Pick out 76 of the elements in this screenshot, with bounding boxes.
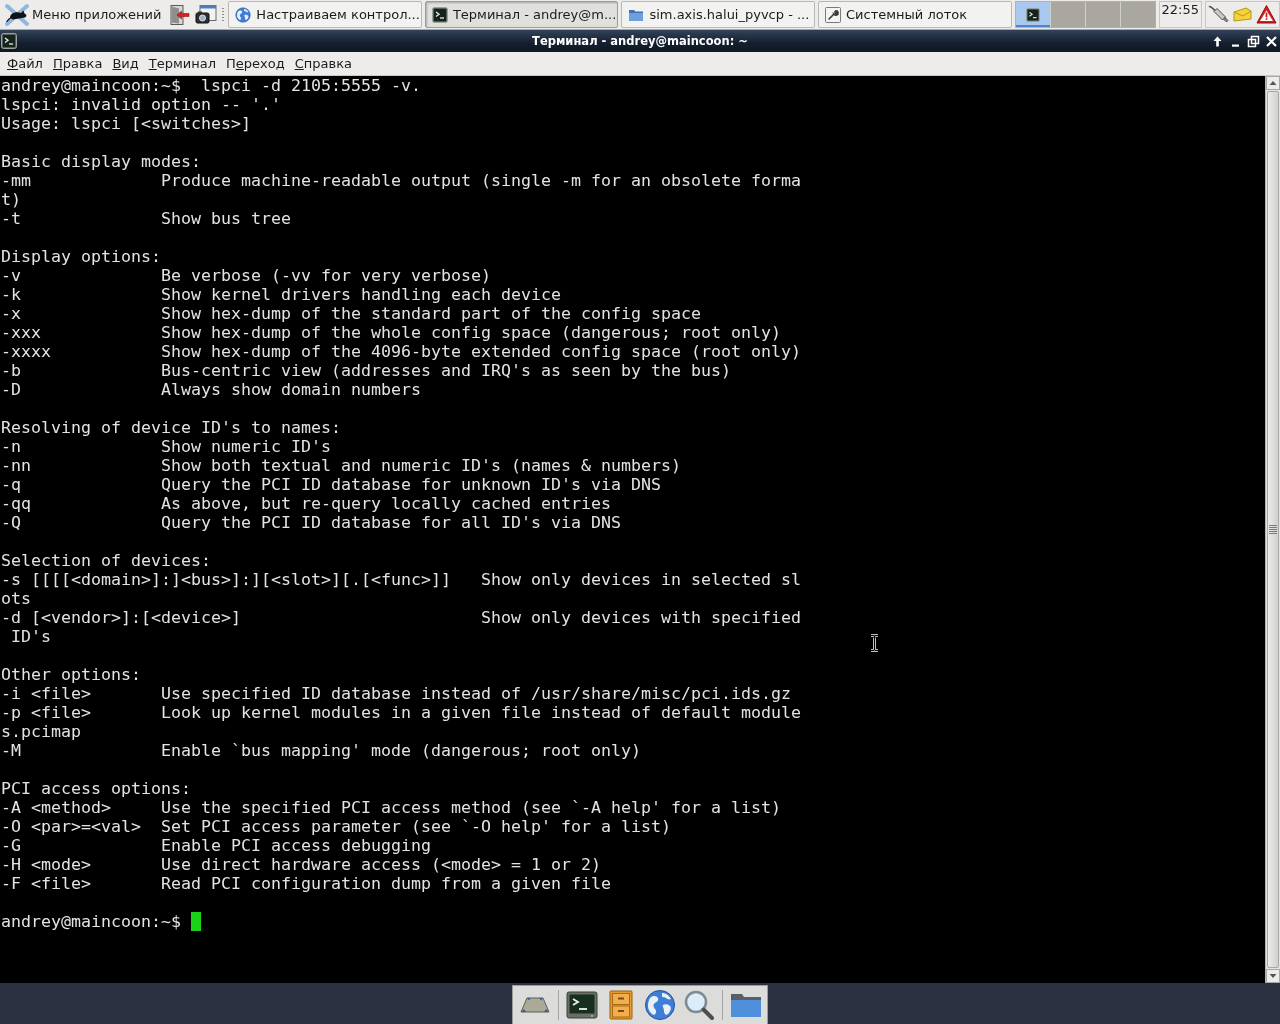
warning-icon[interactable] bbox=[1256, 4, 1277, 25]
task-button[interactable]: Настраиваем контрол... bbox=[228, 1, 422, 28]
terminal-line: -M Enable `bus mapping' mode (dangerous; root only) bbox=[1, 741, 641, 760]
window-thumbnail-icon bbox=[1025, 7, 1040, 22]
terminal-line: -p <file> Look up kernel modules in a given file instead of default module bbox=[1, 703, 801, 722]
terminal-line: Display options: bbox=[1, 247, 161, 266]
arrow-up-icon[interactable] bbox=[1211, 34, 1224, 48]
menu-item[interactable]: Вид bbox=[107, 54, 144, 73]
terminal-line: -xxx Show hex-dump of the whole config space (dangerous; root only) bbox=[1, 323, 781, 342]
terminal-line: -b Bus-centric view (addresses and IRQ's as seen by the bus) bbox=[1, 361, 731, 380]
terminal-line: -H <mode> Use direct hardware access (<mode> = 1 or 2) bbox=[1, 855, 601, 874]
terminal-line: -i <file> Use specified ID database instead of /usr/share/misc/pci.ids.gz bbox=[1, 684, 791, 703]
close-icon[interactable] bbox=[1265, 34, 1278, 48]
terminal-line: -q Query the PCI ID database for unknown ID's via DNS bbox=[1, 475, 661, 494]
task-button[interactable]: sim.axis.halui_pyvcp - ... bbox=[621, 1, 815, 28]
workspace-button[interactable] bbox=[1015, 2, 1050, 27]
terminal-line: -D Always show domain numbers bbox=[1, 380, 421, 399]
clock: 22:55 bbox=[1158, 1, 1202, 28]
search-icon[interactable] bbox=[682, 989, 715, 1021]
applications-menu-button[interactable]: Меню приложений bbox=[3, 1, 165, 28]
terminal-line: Selection of devices: bbox=[1, 551, 211, 570]
window-title: Терминал - andrey@maincoon: ~ bbox=[532, 34, 748, 48]
menu-item[interactable]: Терминал bbox=[143, 54, 221, 73]
terminal-line: Basic display modes: bbox=[1, 152, 201, 171]
menu-item[interactable]: Переход bbox=[221, 54, 290, 73]
wrench-icon bbox=[825, 6, 841, 23]
terminal-line: -O <par>=<val> Set PCI access parameter (see `-O help' for a list) bbox=[1, 817, 671, 836]
globe-icon[interactable] bbox=[643, 989, 676, 1021]
terminal-line: PCI access options: bbox=[1, 779, 191, 798]
terminal-line: -A <method> Use the specified PCI access method (see `-A help' for a list) bbox=[1, 798, 781, 817]
scrollbar[interactable] bbox=[1265, 76, 1280, 983]
terminal-line: ots bbox=[1, 589, 31, 608]
mouse-on-cross-icon bbox=[4, 2, 30, 27]
terminal-line: -x Show hex-dump of the standard part of the config space bbox=[1, 304, 701, 323]
door-arrow-icon[interactable] bbox=[168, 3, 191, 26]
terminal-icon[interactable] bbox=[1, 33, 17, 49]
terminal-line: -k Show kernel drivers handling each device bbox=[1, 285, 561, 304]
camera-icon[interactable] bbox=[195, 3, 218, 26]
terminal-icon[interactable] bbox=[565, 989, 598, 1021]
terminal-line: -v Be verbose (-vv for very verbose) bbox=[1, 266, 491, 285]
terminal-line: -Q Query the PCI ID database for all ID's via DNS bbox=[1, 513, 621, 532]
terminal-line: t) bbox=[1, 190, 21, 209]
task-button[interactable]: Системный лоток bbox=[818, 1, 1012, 28]
plug-icon[interactable] bbox=[1208, 4, 1229, 25]
terminal-line: -d [<vendor>]:[<device>] Show only devices with specified bbox=[1, 608, 801, 627]
grip-icon bbox=[1269, 524, 1277, 535]
terminal-prompt: andrey@maincoon:~$ bbox=[1, 912, 181, 931]
terminal-line: Usage: lspci [<switches>] bbox=[1, 114, 251, 133]
terminal-line: s.pcimap bbox=[1, 722, 81, 741]
terminal-line: lspci: invalid option -- '.' bbox=[1, 95, 281, 114]
terminal-line: -nn Show both textual and numeric ID's (names & numbers) bbox=[1, 456, 681, 475]
terminal-line: ID's bbox=[10, 627, 51, 646]
maximize-icon[interactable] bbox=[1247, 34, 1260, 48]
ibeam-pointer-icon bbox=[869, 634, 880, 652]
terminal-line: -n Show numeric ID's bbox=[1, 437, 331, 456]
grip-icon[interactable] bbox=[221, 6, 226, 23]
terminal-line: -s [[[[<domain>]:]<bus>]:][<slot>][.[<func>]] Show only devices in selected sl bbox=[1, 570, 801, 589]
scroll-up-icon[interactable] bbox=[1266, 76, 1280, 90]
terminal-line: -xxxx Show hex-dump of the 4096-byte extended config space (root only) bbox=[1, 342, 801, 361]
scrollbar-thumb[interactable] bbox=[1267, 91, 1279, 968]
scroll-down-icon[interactable] bbox=[1266, 969, 1280, 983]
block-cursor-icon bbox=[191, 912, 201, 931]
terminal-line: -F <file> Read PCI configuration dump from a given file bbox=[1, 874, 611, 893]
menu-item[interactable]: Справка bbox=[289, 54, 357, 73]
globe-icon bbox=[235, 6, 252, 23]
terminal-line: -qq As above, but re-query locally cached entries bbox=[1, 494, 611, 513]
terminal-line: -t Show bus tree bbox=[1, 209, 291, 228]
menu-item[interactable]: Правка bbox=[47, 54, 108, 73]
terminal-line: -mm Produce machine-readable output (single -m for an obsolete forma bbox=[1, 171, 801, 190]
terminal-line: Resolving of device ID's to names: bbox=[1, 418, 341, 437]
terminal-line: -G Enable PCI access debugging bbox=[1, 836, 431, 855]
menu-item[interactable]: Файл bbox=[2, 54, 48, 73]
terminal-icon bbox=[431, 6, 448, 23]
terminal-line: andrey@maincoon:~$ lspci -d 2105:5555 -v. bbox=[1, 76, 421, 95]
task-button[interactable]: Терминал - andrey@m... bbox=[424, 1, 619, 28]
terminal-line: Other options: bbox=[1, 665, 141, 684]
